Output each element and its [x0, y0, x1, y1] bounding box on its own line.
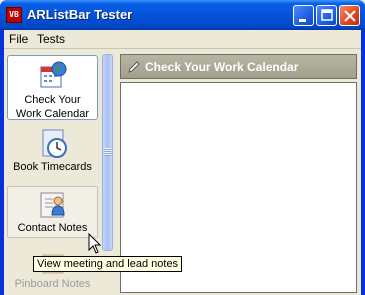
scrollbar-grip [104, 148, 111, 156]
mouse-cursor-icon [88, 233, 102, 254]
content-header: Check Your Work Calendar [120, 54, 357, 79]
menu-bar: File Tests [4, 30, 361, 48]
tooltip: View meeting and lead notes [33, 256, 183, 272]
clock-icon [42, 129, 67, 158]
maximize-button[interactable] [316, 5, 337, 26]
content-header-title: Check Your Work Calendar [145, 60, 299, 74]
client-area: File Tests Check Your Work Calendar Book… [4, 30, 361, 295]
listbar-item-check-calendar[interactable]: Check Your Work Calendar [7, 55, 98, 120]
title-bar[interactable]: VB ARListBar Tester [0, 0, 365, 30]
listbar-item-label: Pinboard Notes [14, 278, 91, 290]
menu-file[interactable]: File [9, 32, 28, 46]
minimize-icon [299, 19, 306, 22]
listbar-item-label: Work Calendar [15, 108, 90, 120]
calendar-globe-icon [40, 61, 66, 88]
minimize-button[interactable] [293, 5, 314, 26]
maximize-icon [321, 9, 333, 21]
listbar-item-label: Book Timecards [13, 161, 92, 173]
listbar-item-contact-notes[interactable]: Contact Notes [7, 186, 98, 238]
menu-divider [4, 48, 361, 49]
app-icon[interactable]: VB [6, 7, 22, 23]
close-icon [344, 10, 356, 22]
close-button[interactable] [339, 5, 360, 26]
listbar-item-book-timecards[interactable]: Book Timecards [7, 128, 98, 178]
application-window: VB ARListBar Tester File Tests Check You… [0, 0, 365, 295]
pencil-icon [128, 61, 140, 73]
listbar-item-label: Contact Notes [17, 222, 88, 234]
window-title: ARListBar Tester [27, 7, 133, 22]
contact-notes-icon [40, 192, 65, 218]
listbar-item-label: Check Your [24, 94, 81, 106]
menu-tests[interactable]: Tests [37, 32, 65, 46]
